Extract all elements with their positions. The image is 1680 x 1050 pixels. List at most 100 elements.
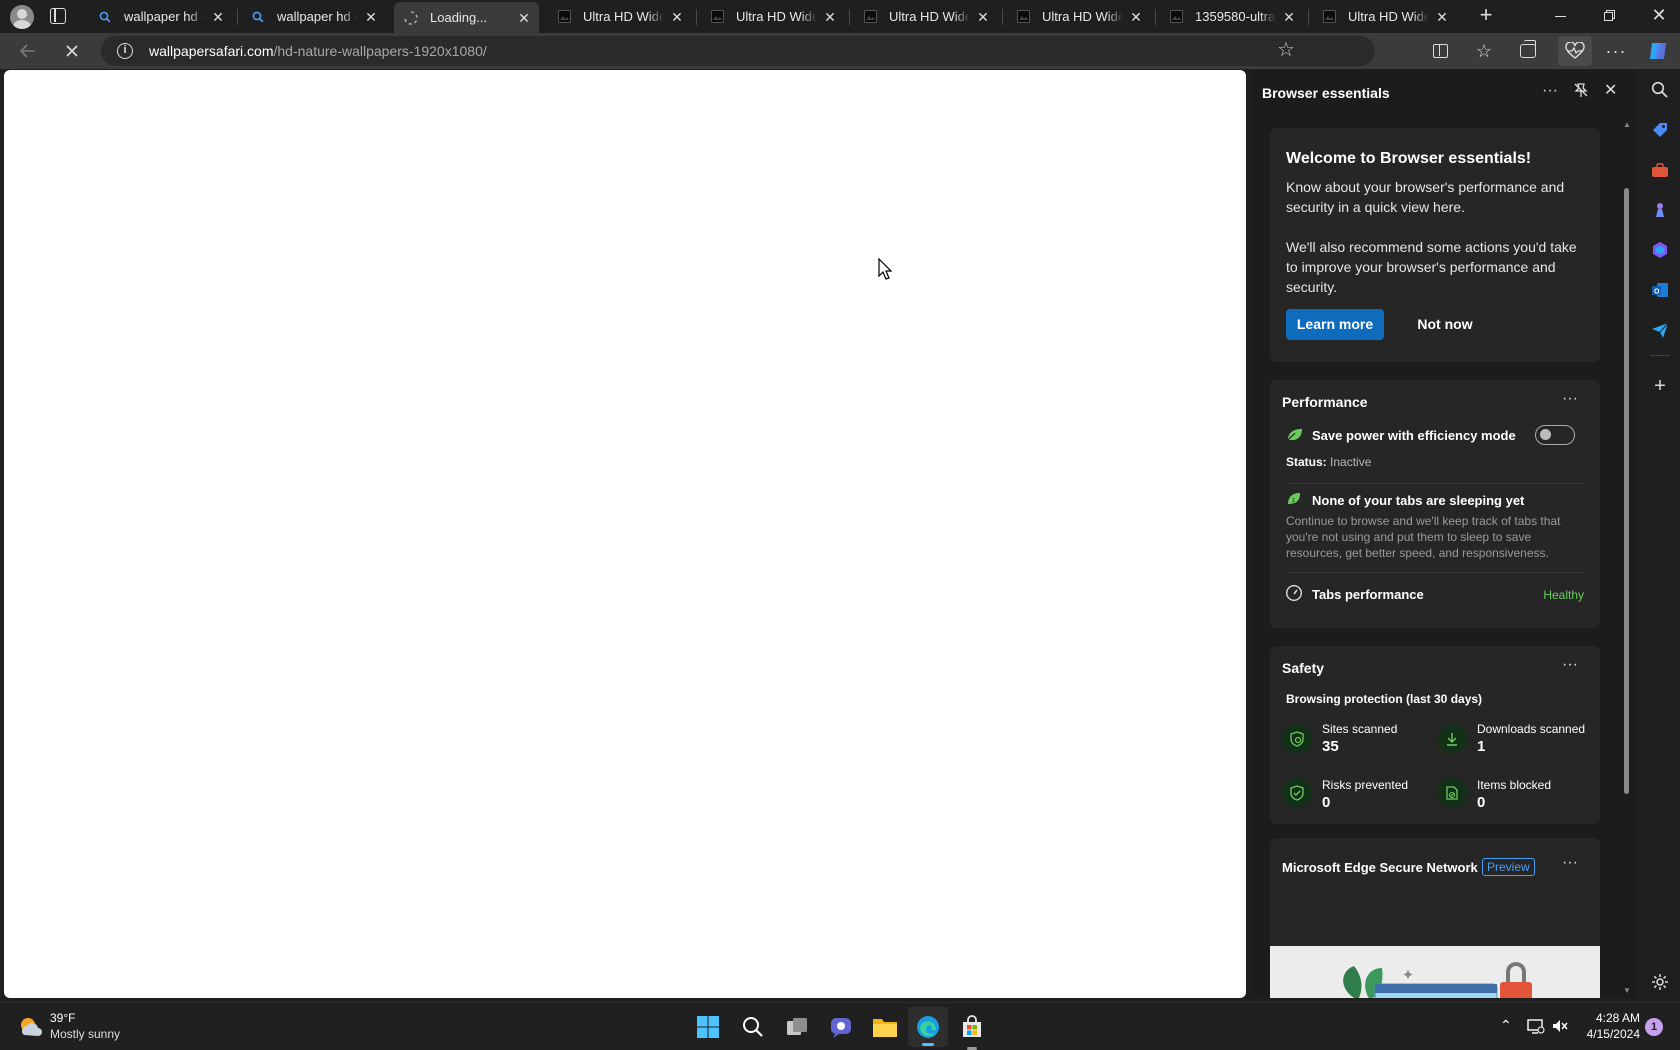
search-icon	[98, 10, 112, 24]
stop-loading-button[interactable]	[58, 37, 86, 65]
browser-tab[interactable]: wallpaper hd - Sea ✕	[241, 4, 386, 29]
secure-network-more-button[interactable]: ···	[1562, 854, 1578, 872]
close-tab-icon[interactable]: ✕	[1435, 10, 1449, 24]
loading-icon	[404, 10, 418, 25]
close-tab-icon[interactable]: ✕	[211, 10, 225, 24]
store-bag-icon	[963, 1015, 981, 1037]
close-window-button[interactable]: ✕	[1651, 6, 1667, 24]
restore-button[interactable]	[1604, 10, 1615, 21]
status-label: Status:	[1286, 455, 1327, 469]
browser-tab[interactable]: Ultra HD Widescreen ✕	[1006, 4, 1151, 29]
downloads-scanned-icon	[1437, 724, 1467, 754]
learn-more-button[interactable]: Learn more	[1286, 309, 1384, 340]
efficiency-leaf-icon	[1286, 428, 1304, 447]
browser-essentials-button[interactable]	[1558, 36, 1592, 66]
sites-scanned-value: 35	[1322, 738, 1339, 755]
scrollbar-thumb[interactable]	[1624, 188, 1629, 794]
minimize-button[interactable]	[1555, 16, 1566, 17]
close-tab-icon[interactable]: ✕	[976, 10, 990, 24]
sidebar-settings-button[interactable]	[1648, 970, 1672, 994]
collections-button[interactable]	[1514, 37, 1542, 65]
welcome-card: Welcome to Browser essentials! Know abou…	[1270, 128, 1600, 362]
browser-tab[interactable]: Ultra HD Widescreen ✕	[700, 4, 845, 29]
close-tab-icon[interactable]: ✕	[1282, 10, 1296, 24]
start-button[interactable]	[696, 1015, 720, 1039]
web-page-viewport[interactable]	[4, 70, 1246, 998]
unpin-icon	[1574, 83, 1588, 97]
efficiency-mode-toggle[interactable]	[1535, 425, 1575, 445]
close-tab-icon[interactable]: ✕	[364, 10, 378, 24]
browser-tab[interactable]: Ultra HD Widescreen ✕	[547, 4, 692, 29]
browser-tab[interactable]: 1359580-ultra-hd ✕	[1159, 4, 1304, 29]
safety-card: Safety ··· Browsing protection (last 30 …	[1270, 646, 1600, 824]
search-icon	[251, 10, 265, 24]
clock[interactable]: 4:28 AM 4/15/2024	[1580, 1011, 1640, 1041]
downloads-scanned-label: Downloads scanned	[1477, 722, 1586, 736]
url-text[interactable]: wallpapersafari.com/hd-nature-wallpapers…	[149, 43, 487, 59]
sidebar-tools-button[interactable]	[1648, 158, 1672, 182]
tab-actions-icon[interactable]	[50, 8, 66, 24]
favorites-icon: ☆	[1475, 40, 1493, 61]
split-screen-button[interactable]	[1426, 37, 1454, 65]
edge-taskbar-button[interactable]	[908, 1007, 948, 1047]
panel-close-button[interactable]: ✕	[1604, 80, 1617, 100]
file-explorer-button[interactable]	[872, 1015, 898, 1044]
collections-icon	[1520, 40, 1536, 58]
toolbox-icon	[1652, 163, 1668, 177]
sidebar-add-button[interactable]: +	[1648, 374, 1672, 398]
taskbar-search-button[interactable]	[741, 1015, 765, 1044]
browser-tab[interactable]: wallpaper hd - Sea ✕	[88, 4, 233, 29]
teams-chat-button[interactable]	[829, 1015, 853, 1044]
folder-icon	[873, 1019, 897, 1037]
close-tab-icon[interactable]: ✕	[670, 10, 684, 24]
tab-title: Ultra HD Widescreen	[1042, 9, 1123, 24]
not-now-button[interactable]: Not now	[1400, 309, 1490, 340]
shopping-tag-icon	[1653, 123, 1667, 137]
task-view-icon	[787, 1018, 807, 1035]
notification-badge[interactable]: 1	[1645, 1018, 1663, 1036]
search-icon	[1651, 81, 1668, 98]
volume-muted-icon[interactable]	[1551, 1017, 1569, 1040]
browser-tab[interactable]: Ultra HD Widescreen ✕	[853, 4, 998, 29]
network-status-icon[interactable]	[1527, 1017, 1545, 1040]
task-view-button[interactable]	[785, 1015, 809, 1044]
outlook-icon: O	[1652, 283, 1668, 297]
weather-widget[interactable]: 39°F Mostly sunny	[18, 1011, 138, 1043]
browser-tab[interactable]: Loading... ✕	[394, 2, 539, 33]
welcome-text-1: Know about your browser's performance an…	[1286, 179, 1565, 215]
image-icon	[1016, 10, 1030, 24]
sidebar-m365-button[interactable]	[1648, 238, 1672, 262]
profile-avatar[interactable]	[10, 5, 34, 29]
settings-more-button[interactable]: ···	[1602, 37, 1630, 65]
show-hidden-icons-button[interactable]: ⌃	[1500, 1017, 1512, 1034]
panel-unpin-button[interactable]	[1573, 82, 1589, 103]
edge-browser-icon	[917, 1016, 939, 1038]
weather-description: Mostly sunny	[50, 1027, 121, 1041]
close-tab-icon[interactable]: ✕	[517, 11, 531, 25]
sidebar-games-button[interactable]	[1648, 198, 1672, 222]
copilot-button[interactable]	[1644, 37, 1672, 65]
browser-tab[interactable]: Ultra HD Widescreen ✕	[1312, 4, 1457, 29]
toggle-knob	[1540, 429, 1551, 440]
microsoft365-icon	[1653, 242, 1667, 258]
items-blocked-icon	[1437, 778, 1467, 808]
panel-scrollbar[interactable]: ▲ ▼	[1622, 120, 1631, 998]
close-tab-icon[interactable]: ✕	[823, 10, 837, 24]
sidebar-drop-button[interactable]	[1648, 318, 1672, 342]
safety-more-button[interactable]: ···	[1562, 656, 1578, 674]
new-tab-button[interactable]: +	[1475, 4, 1497, 27]
tab-separator	[696, 9, 697, 25]
address-bar[interactable]: i wallpapersafari.com/hd-nature-wallpape…	[101, 36, 1375, 66]
sidebar-shopping-button[interactable]	[1648, 118, 1672, 142]
store-taskbar-button[interactable]	[960, 1015, 984, 1050]
panel-more-button[interactable]: ···	[1542, 82, 1558, 100]
site-info-icon[interactable]: i	[117, 43, 133, 59]
sidebar-search-button[interactable]	[1648, 78, 1672, 102]
sidebar-outlook-button[interactable]: O	[1648, 278, 1672, 302]
image-icon	[1169, 10, 1183, 24]
back-button[interactable]	[14, 37, 42, 65]
favorite-star-icon[interactable]: ☆	[1277, 40, 1295, 60]
close-tab-icon[interactable]: ✕	[1129, 10, 1143, 24]
performance-more-button[interactable]: ···	[1562, 390, 1578, 408]
favorites-button[interactable]: ☆	[1470, 37, 1498, 65]
